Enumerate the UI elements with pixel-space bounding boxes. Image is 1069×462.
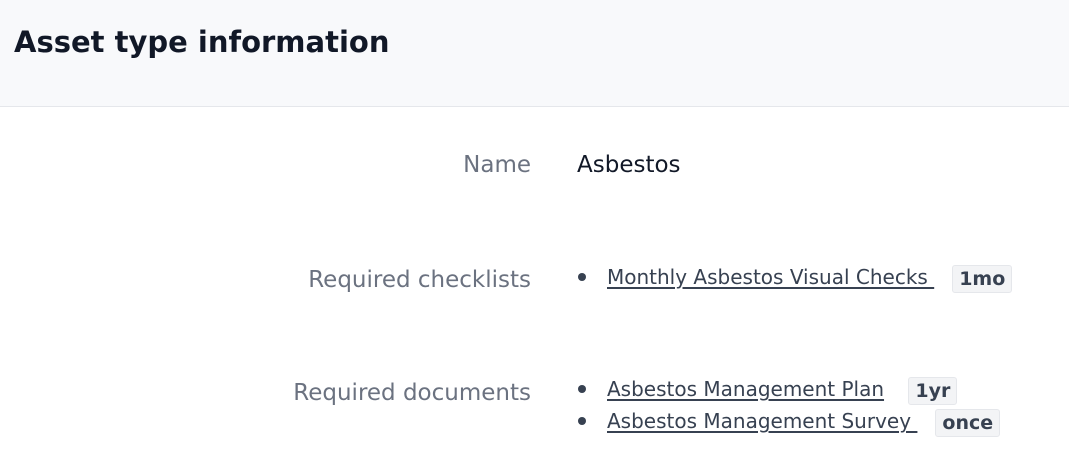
page-title: Asset type information: [14, 25, 390, 59]
required-checklists-label: Required checklists: [308, 267, 531, 293]
document-item: Asbestos Management Survey once: [577, 406, 1001, 438]
bullet-icon: [578, 385, 586, 393]
document-link[interactable]: Asbestos Management Plan: [607, 377, 884, 401]
frequency-badge: once: [935, 408, 1001, 437]
document-item: Asbestos Management Plan 1yr: [577, 374, 1000, 406]
required-documents-list: Asbestos Management Plan 1yr Asbestos Ma…: [577, 374, 1001, 438]
page-header: Asset type information: [0, 0, 1069, 107]
required-documents-label: Required documents: [293, 380, 531, 406]
name-label: Name: [463, 152, 531, 178]
checklist-link[interactable]: Monthly Asbestos Visual Checks: [607, 265, 934, 289]
required-checklists-list: Monthly Asbestos Visual Checks 1mo: [577, 262, 1013, 294]
checklist-item: Monthly Asbestos Visual Checks 1mo: [577, 262, 1013, 294]
bullet-icon: [578, 273, 586, 281]
frequency-badge: 1yr: [908, 376, 958, 405]
bullet-icon: [578, 417, 586, 425]
document-link[interactable]: Asbestos Management Survey: [607, 409, 917, 433]
name-value: Asbestos: [577, 152, 681, 178]
frequency-badge: 1mo: [952, 264, 1013, 293]
